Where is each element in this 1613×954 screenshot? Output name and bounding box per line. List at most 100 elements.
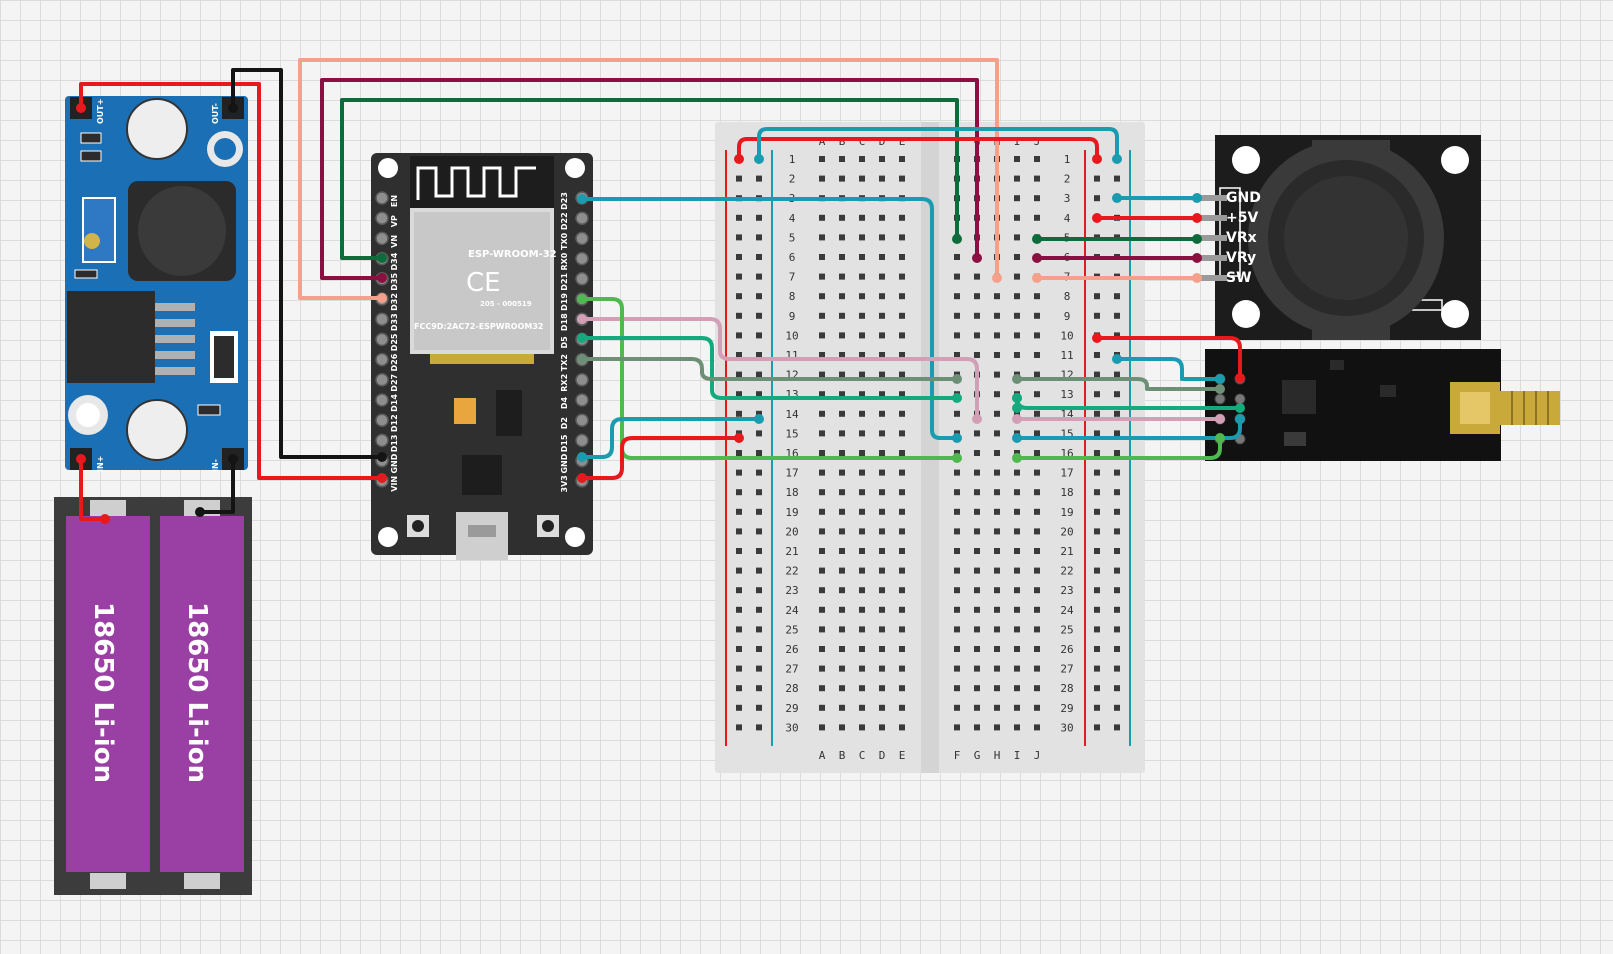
breadboard-hole[interactable] xyxy=(1014,312,1020,319)
breadboard-hole[interactable] xyxy=(819,704,825,711)
breadboard-hole[interactable] xyxy=(1094,587,1100,594)
breadboard-hole[interactable] xyxy=(1014,254,1020,260)
breadboard-hole[interactable] xyxy=(994,567,1000,574)
breadboard-hole[interactable] xyxy=(1094,685,1100,692)
breadboard-hole[interactable] xyxy=(879,371,885,378)
breadboard-hole[interactable] xyxy=(994,626,1000,633)
breadboard-hole[interactable] xyxy=(899,489,905,496)
breadboard-hole[interactable] xyxy=(736,626,742,633)
breadboard-hole[interactable] xyxy=(839,175,845,182)
breadboard-hole[interactable] xyxy=(819,665,825,672)
breadboard-hole[interactable] xyxy=(839,332,845,339)
breadboard-hole[interactable] xyxy=(1094,626,1100,633)
breadboard-hole[interactable] xyxy=(1114,626,1120,633)
wire-black-buck-out-gnd[interactable] xyxy=(231,68,384,459)
breadboard-hole[interactable] xyxy=(736,273,742,280)
breadboard-hole[interactable] xyxy=(899,469,905,476)
esp32-board[interactable]: ESP-WROOM-32 FCC9D:2AC72-ESPWROOM32 205 … xyxy=(371,153,593,560)
breadboard-hole[interactable] xyxy=(1034,293,1040,300)
breadboard-hole[interactable] xyxy=(756,332,762,339)
breadboard-hole[interactable] xyxy=(736,606,742,613)
breadboard-hole[interactable] xyxy=(1034,567,1040,574)
breadboard-hole[interactable] xyxy=(859,371,865,378)
breadboard-hole[interactable] xyxy=(839,293,845,300)
breadboard-hole[interactable] xyxy=(1034,332,1040,339)
breadboard-hole[interactable] xyxy=(899,646,905,652)
breadboard-hole[interactable] xyxy=(974,312,980,319)
breadboard-hole[interactable] xyxy=(819,587,825,594)
breadboard-hole[interactable] xyxy=(1094,391,1100,398)
breadboard-hole[interactable] xyxy=(736,214,742,221)
breadboard-hole[interactable] xyxy=(879,450,885,456)
breadboard-hole[interactable] xyxy=(736,489,742,496)
breadboard-hole[interactable] xyxy=(974,508,980,515)
breadboard-hole[interactable] xyxy=(1014,724,1020,731)
breadboard-hole[interactable] xyxy=(899,156,905,162)
breadboard-hole[interactable] xyxy=(974,704,980,711)
breadboard-hole[interactable] xyxy=(736,293,742,300)
nrf24-pin[interactable] xyxy=(1214,393,1226,405)
breadboard-hole[interactable] xyxy=(1094,410,1100,417)
breadboard-hole[interactable] xyxy=(1094,508,1100,515)
breadboard-hole[interactable] xyxy=(756,548,762,554)
breadboard-hole[interactable] xyxy=(1034,450,1040,456)
breadboard-hole[interactable] xyxy=(839,587,845,594)
breadboard-hole[interactable] xyxy=(839,567,845,574)
breadboard-hole[interactable] xyxy=(899,273,905,280)
breadboard-hole[interactable] xyxy=(756,489,762,496)
joystick-module[interactable]: GND +5V VRx VRy SW xyxy=(1197,135,1481,340)
breadboard-hole[interactable] xyxy=(1034,175,1040,182)
breadboard-hole[interactable] xyxy=(1114,528,1120,535)
esp32-pin-left[interactable] xyxy=(375,332,389,347)
breadboard-hole[interactable] xyxy=(1094,469,1100,476)
breadboard-hole[interactable] xyxy=(839,489,845,496)
breadboard-hole[interactable] xyxy=(879,332,885,339)
breadboard-hole[interactable] xyxy=(1014,273,1020,280)
breadboard-hole[interactable] xyxy=(1114,724,1120,731)
breadboard-hole[interactable] xyxy=(819,724,825,731)
breadboard-hole[interactable] xyxy=(1034,371,1040,378)
breadboard-hole[interactable] xyxy=(1014,234,1020,241)
breadboard-hole[interactable] xyxy=(974,567,980,574)
breadboard-hole[interactable] xyxy=(736,646,742,652)
breadboard-hole[interactable] xyxy=(839,665,845,672)
breadboard-hole[interactable] xyxy=(994,646,1000,652)
breadboard-hole[interactable] xyxy=(974,332,980,339)
esp32-pin-right[interactable] xyxy=(575,272,589,286)
breadboard-hole[interactable] xyxy=(879,469,885,476)
breadboard-hole[interactable] xyxy=(839,214,845,221)
breadboard-hole[interactable] xyxy=(899,665,905,672)
breadboard-hole[interactable] xyxy=(1094,548,1100,554)
breadboard-hole[interactable] xyxy=(879,489,885,496)
esp32-pin-right[interactable] xyxy=(575,231,589,246)
breadboard-hole[interactable] xyxy=(1114,293,1120,300)
breadboard-hole[interactable] xyxy=(859,214,865,221)
breadboard-hole[interactable] xyxy=(899,410,905,417)
breadboard-hole[interactable] xyxy=(756,293,762,300)
breadboard-hole[interactable] xyxy=(819,371,825,378)
breadboard-hole[interactable] xyxy=(879,430,885,437)
breadboard-hole[interactable] xyxy=(994,548,1000,554)
breadboard-hole[interactable] xyxy=(1094,724,1100,731)
breadboard-hole[interactable] xyxy=(859,528,865,535)
breadboard-hole[interactable] xyxy=(899,175,905,182)
breadboard-hole[interactable] xyxy=(859,234,865,241)
breadboard-hole[interactable] xyxy=(974,273,980,280)
breadboard-hole[interactable] xyxy=(1014,332,1020,339)
breadboard-hole[interactable] xyxy=(736,469,742,476)
breadboard-hole[interactable] xyxy=(819,528,825,535)
breadboard-hole[interactable] xyxy=(994,665,1000,672)
breadboard-hole[interactable] xyxy=(1114,312,1120,319)
esp32-pin-left[interactable] xyxy=(375,393,389,407)
breadboard-hole[interactable] xyxy=(839,724,845,731)
breadboard-hole[interactable] xyxy=(859,293,865,300)
breadboard-hole[interactable] xyxy=(756,312,762,319)
breadboard-hole[interactable] xyxy=(994,332,1000,339)
breadboard-hole[interactable] xyxy=(859,606,865,613)
breadboard-hole[interactable] xyxy=(839,450,845,456)
breadboard-hole[interactable] xyxy=(756,704,762,711)
breadboard-hole[interactable] xyxy=(839,312,845,319)
breadboard-hole[interactable] xyxy=(839,469,845,476)
breadboard-hole[interactable] xyxy=(756,567,762,574)
breadboard-hole[interactable] xyxy=(974,293,980,300)
